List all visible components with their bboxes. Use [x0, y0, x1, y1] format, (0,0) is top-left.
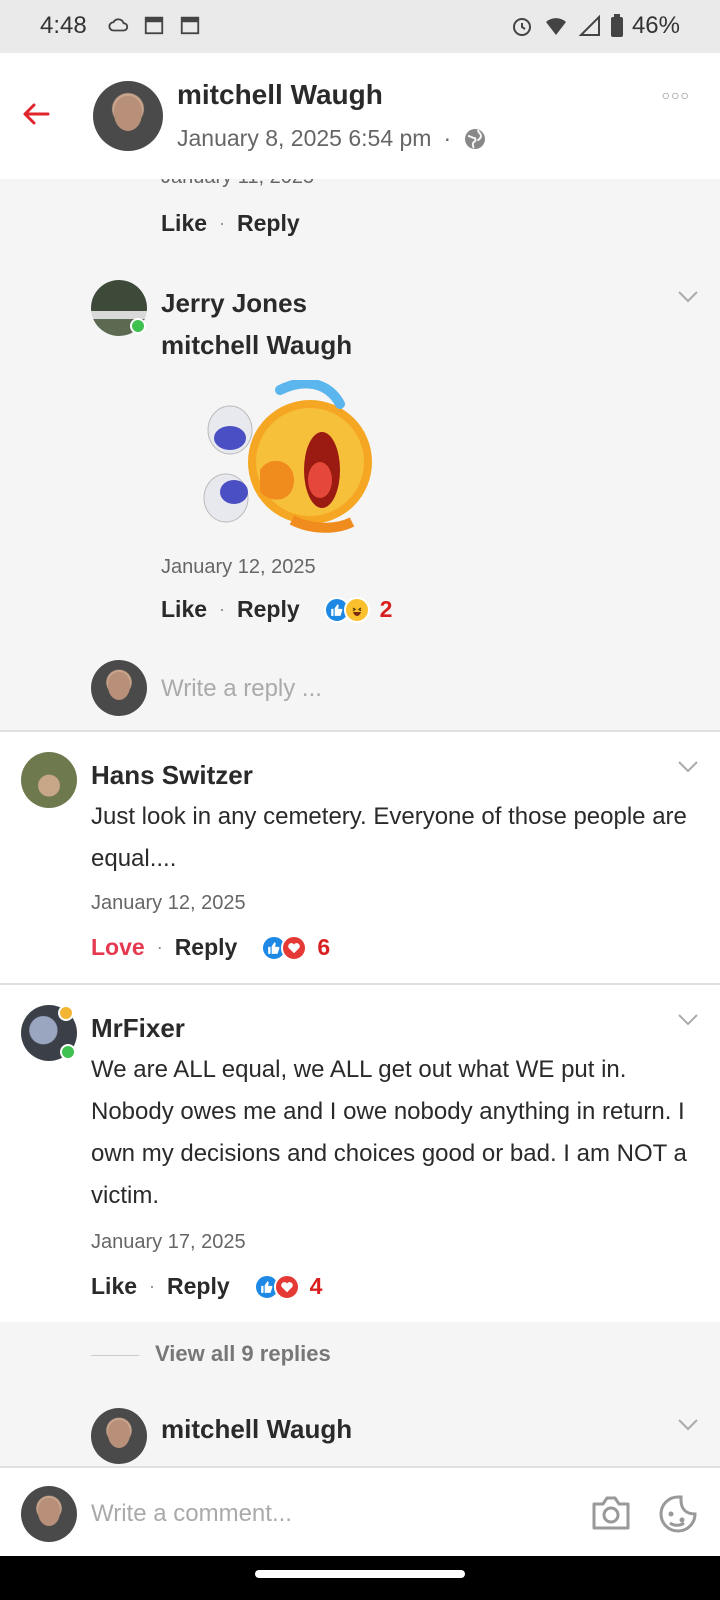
chevron-down-icon[interactable]: [677, 760, 699, 774]
like-button[interactable]: Like: [161, 596, 207, 623]
alarm-icon: [512, 18, 531, 36]
reaction-count: 2: [379, 596, 393, 622]
battery-icon: [610, 14, 623, 37]
wifi-icon: [545, 18, 566, 35]
comment-actions: Love · Reply 6: [91, 934, 330, 961]
globe-icon: [465, 128, 486, 149]
reply-actions-cut: Like · Reply: [161, 210, 300, 237]
my-avatar: [91, 660, 147, 716]
love-button[interactable]: Love: [91, 934, 145, 961]
love-reaction-icon: [273, 1273, 300, 1300]
home-gesture-pill[interactable]: [255, 1570, 465, 1578]
reaction-summary[interactable]: 2: [323, 596, 393, 623]
reply-author-name[interactable]: Jerry Jones: [161, 288, 307, 319]
status-bar: 4:48 46%: [0, 0, 720, 53]
online-indicator: [130, 318, 146, 334]
action-separator: ·: [149, 1276, 156, 1296]
reaction-count: 4: [309, 1273, 323, 1299]
camera-icon[interactable]: [590, 1494, 632, 1532]
divider: [0, 730, 720, 732]
comment-actions: Like · Reply 4: [91, 1273, 322, 1300]
mentioned-user[interactable]: mitchell Waugh: [161, 330, 352, 361]
like-button[interactable]: Like: [91, 1273, 137, 1300]
comment-composer: Write a comment...: [0, 1466, 720, 1556]
comment-author-name[interactable]: MrFixer: [91, 1013, 185, 1044]
reply-button[interactable]: Reply: [237, 596, 300, 623]
reply-button[interactable]: Reply: [175, 934, 238, 961]
back-arrow-icon[interactable]: [20, 98, 52, 130]
my-avatar: [21, 1486, 77, 1542]
reply-author-name[interactable]: mitchell Waugh: [161, 1414, 352, 1445]
divider: [0, 983, 720, 985]
online-indicator: [60, 1044, 76, 1060]
reaction-count: 6: [317, 934, 331, 960]
signal-icon: [578, 14, 600, 36]
comment-input[interactable]: Write a comment...: [91, 1500, 292, 1528]
view-all-replies-link[interactable]: View all 9 replies: [155, 1341, 331, 1367]
action-separator: ·: [219, 599, 226, 619]
action-separator: ·: [156, 937, 163, 957]
battery-percent: 46%: [631, 12, 680, 39]
author-name[interactable]: mitchell Waugh: [177, 79, 383, 111]
reply-actions: Like · Reply 2: [161, 596, 392, 623]
status-system-icons: 46%: [510, 12, 680, 40]
action-separator: ·: [219, 213, 226, 233]
system-navigation-bar: [0, 1556, 720, 1600]
comment-date: January 17, 2025: [91, 1231, 246, 1253]
calendar-icon: [144, 16, 164, 35]
comment-text: We are ALL equal, we ALL get out what WE…: [91, 1056, 687, 1209]
comment-text: Just look in any cemetery. Everyone of t…: [91, 803, 687, 872]
reply-input[interactable]: Write a reply ...: [161, 675, 322, 703]
sticker-icon[interactable]: [658, 1494, 698, 1534]
haha-reaction-icon: [343, 596, 370, 623]
author-avatar[interactable]: [93, 81, 163, 151]
more-options-icon[interactable]: ○○○: [662, 87, 690, 103]
love-reaction-icon: [281, 934, 308, 961]
mitchell-avatar[interactable]: [91, 1408, 147, 1464]
post-meta: January 8, 2025 6:54 pm ·: [177, 125, 487, 152]
reply-button[interactable]: Reply: [237, 210, 300, 237]
post-header: mitchell Waugh January 8, 2025 6:54 pm ·…: [0, 53, 720, 179]
reply-date: January 12, 2025: [161, 556, 316, 578]
badge-icon: [58, 1005, 74, 1021]
cloud-icon: [108, 18, 129, 32]
hans-avatar[interactable]: [21, 752, 77, 808]
post-date: January 8, 2025 6:54 pm: [177, 125, 432, 151]
meta-dot: ·: [443, 125, 452, 151]
laughing-crying-emoji-sticker: [203, 380, 372, 533]
reaction-summary[interactable]: 6: [261, 934, 330, 961]
view-replies-line: [91, 1355, 139, 1356]
chevron-down-icon[interactable]: [677, 1013, 699, 1027]
comment-date: January 12, 2025: [91, 892, 246, 914]
chevron-down-icon[interactable]: [677, 290, 699, 304]
calendar-icon: [180, 16, 200, 35]
chevron-down-icon[interactable]: [677, 1418, 699, 1432]
reaction-summary[interactable]: 4: [253, 1273, 323, 1300]
reply-button[interactable]: Reply: [167, 1273, 230, 1300]
like-button[interactable]: Like: [161, 210, 207, 237]
comment-author-name[interactable]: Hans Switzer: [91, 760, 253, 791]
status-notification-icons: [108, 14, 202, 36]
status-time: 4:48: [40, 12, 87, 39]
